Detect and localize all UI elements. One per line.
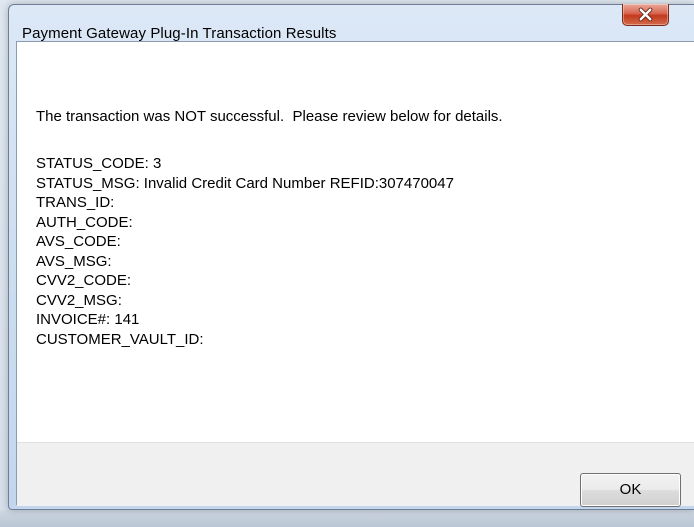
message-area: The transaction was NOT successful. Plea… bbox=[36, 107, 503, 126]
window-title: Payment Gateway Plug-In Transaction Resu… bbox=[22, 25, 337, 42]
detail-avs-code: AVS_CODE: bbox=[36, 233, 121, 250]
detail-cvv2-msg: CVV2_MSG: bbox=[36, 291, 122, 309]
close-button[interactable] bbox=[622, 4, 669, 26]
button-bar: OK bbox=[17, 442, 694, 507]
detail-auth-code: AUTH_CODE: bbox=[36, 213, 133, 231]
transaction-details: STATUS_CODE: 3 STATUS_MSG: Invalid Credi… bbox=[36, 154, 454, 349]
status-message: The transaction was NOT successful. Plea… bbox=[36, 108, 503, 125]
detail-invoice: INVOICE#: 141 bbox=[36, 311, 140, 328]
detail-status-msg: STATUS_MSG: Invalid Credit Card Number R… bbox=[36, 174, 454, 192]
dialog-body: The transaction was NOT successful. Plea… bbox=[16, 41, 694, 507]
close-icon bbox=[638, 7, 653, 22]
detail-status-code: STATUS_CODE: 3 bbox=[36, 155, 162, 172]
taskbar-strip bbox=[0, 510, 694, 527]
detail-cvv2-code: CVV2_CODE: bbox=[36, 272, 132, 289]
transaction-results-dialog: Payment Gateway Plug-In Transaction Resu… bbox=[8, 4, 694, 510]
detail-customer-vault-id: CUSTOMER_VAULT_ID: bbox=[36, 330, 204, 348]
detail-avs-msg: AVS_MSG: bbox=[36, 252, 112, 270]
detail-trans-id: TRANS_ID: bbox=[36, 194, 115, 211]
ok-button[interactable]: OK bbox=[580, 473, 681, 507]
